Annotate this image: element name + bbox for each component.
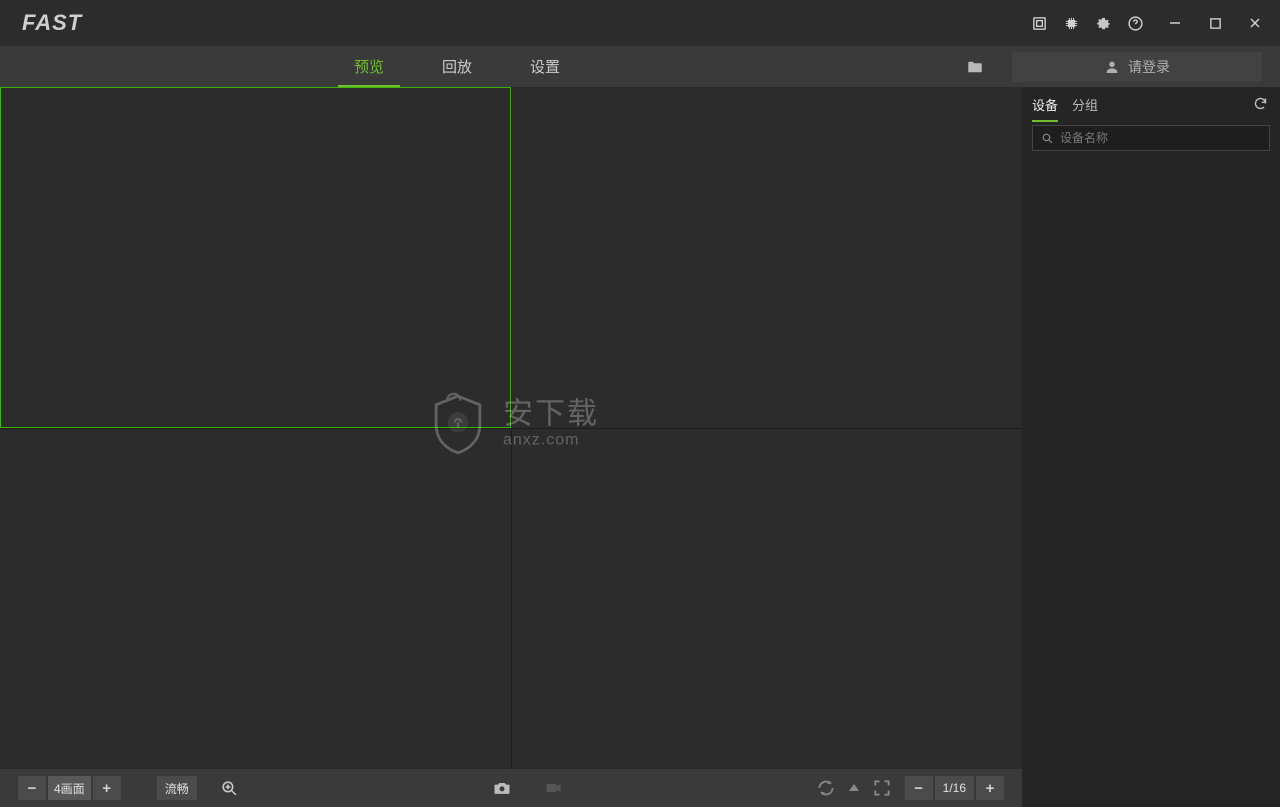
gear-icon[interactable] [1094,14,1112,32]
page-indicator: 1/16 [935,776,974,800]
bottom-toolbar: − 4画面 + 流畅 [0,769,1022,807]
device-list [1022,155,1280,807]
layout-increase-button[interactable]: + [93,776,121,800]
layout-label[interactable]: 4画面 [48,776,91,800]
video-cell-3[interactable] [0,429,511,770]
dropdown-up-icon[interactable] [849,777,859,799]
cpu-icon[interactable] [1062,14,1080,32]
window-controls [1166,14,1264,32]
folder-icon[interactable] [966,58,984,76]
device-search-input[interactable] [1060,131,1261,145]
zoom-in-icon[interactable] [219,776,241,800]
stream-quality-button[interactable]: 流畅 [157,776,197,800]
device-sidebar: 设备 分组 [1022,87,1280,807]
maximize-button[interactable] [1206,14,1224,32]
tab-settings[interactable]: 设置 [526,46,564,87]
video-area: 安下载 anxz.com − 4画面 + 流畅 [0,87,1022,807]
minimize-button[interactable] [1166,14,1184,32]
app-logo: FAST [22,10,82,36]
refresh-icon[interactable] [1252,95,1268,111]
snapshot-icon[interactable] [491,777,513,799]
video-cell-4[interactable] [512,429,1023,770]
tab-preview[interactable]: 预览 [350,46,388,87]
page-next-button[interactable]: + [976,776,1004,800]
sidebar-tab-device[interactable]: 设备 [1032,88,1058,121]
screenshot-icon[interactable] [1030,14,1048,32]
page-prev-button[interactable]: − [905,776,933,800]
title-bar: FAST [0,0,1280,46]
help-icon[interactable] [1126,14,1144,32]
cycle-icon[interactable] [815,777,837,799]
search-icon [1041,132,1054,145]
device-search[interactable] [1032,125,1270,151]
titlebar-tools [1030,14,1144,32]
video-grid: 安下载 anxz.com [0,87,1022,769]
close-button[interactable] [1246,14,1264,32]
record-icon[interactable] [543,777,565,799]
sidebar-tabs: 设备 分组 [1022,87,1280,121]
video-cell-1[interactable] [0,87,511,428]
login-button[interactable]: 请登录 [1012,52,1262,82]
video-cell-2[interactable] [512,87,1023,428]
tab-playback[interactable]: 回放 [438,46,476,87]
user-icon [1104,59,1120,75]
layout-decrease-button[interactable]: − [18,776,46,800]
fullscreen-icon[interactable] [871,777,893,799]
login-label: 请登录 [1128,57,1170,77]
sidebar-tab-group[interactable]: 分组 [1072,88,1098,121]
main-tab-bar: 预览 回放 设置 请登录 [0,46,1280,87]
